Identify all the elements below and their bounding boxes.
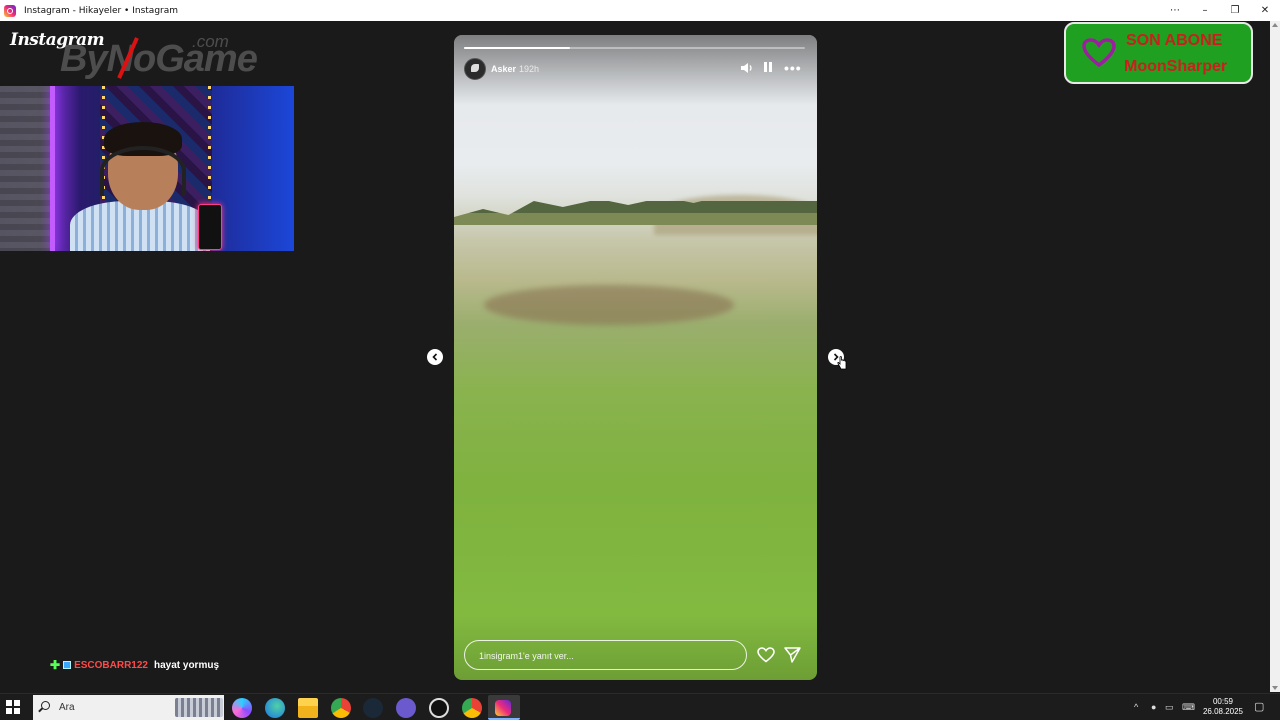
sound-icon[interactable]	[740, 62, 754, 74]
taskbar-search-box[interactable]: Ara	[33, 695, 224, 720]
chat-plus-badge-icon: ✚	[50, 658, 61, 672]
son-abone-widget: SON ABONE MoonSharper	[1064, 22, 1253, 84]
bynogame-watermark: ByNoGame .com	[60, 32, 258, 82]
chat-sub-badge-icon	[63, 661, 72, 669]
copilot-icon[interactable]	[232, 698, 252, 718]
webcam-neon-light	[50, 86, 55, 251]
pause-icon[interactable]	[764, 62, 772, 72]
webcam-speaker	[198, 204, 222, 250]
scroll-up-icon[interactable]	[1272, 23, 1278, 27]
chrome-icon[interactable]	[331, 698, 351, 718]
obs-studio-icon[interactable]	[429, 698, 449, 718]
story-media-dirt-mound	[484, 285, 734, 325]
window-title: Instagram - Hikayeler • Instagram	[24, 5, 179, 16]
reply-input[interactable]: 1insigram1'e yanıt ver...	[464, 640, 747, 670]
microphone-icon[interactable]: ●	[1151, 702, 1156, 712]
previous-story-button[interactable]	[427, 349, 443, 365]
instagram-taskbar-icon	[495, 700, 511, 716]
more-options-button[interactable]: ⋯	[1160, 0, 1190, 21]
clock-date: 26.08.2025	[1202, 707, 1244, 716]
heart-like-icon[interactable]	[757, 647, 775, 663]
send-icon[interactable]	[784, 647, 801, 663]
windows-start-icon[interactable]	[6, 700, 20, 714]
watermark-suffix: .com	[192, 32, 229, 51]
story-progress-fill	[464, 47, 570, 49]
minimize-button[interactable]: –	[1190, 0, 1220, 21]
tray-overflow-icon[interactable]: ^	[1134, 702, 1138, 712]
story-timestamp: 192h	[519, 64, 540, 74]
story-username[interactable]: Asker	[491, 64, 516, 74]
hand-cursor-icon	[837, 356, 847, 370]
clock-time: 00:59	[1212, 697, 1234, 706]
notifications-icon[interactable]: ▢	[1254, 700, 1264, 713]
son-abone-label: SON ABONE	[1126, 32, 1223, 49]
chevron-left-icon	[432, 353, 438, 361]
window-controls: ⋯ – ❐ ✕	[1160, 0, 1280, 21]
instagram-app-icon	[4, 4, 16, 17]
story-progress-bar	[464, 47, 805, 49]
scroll-down-icon[interactable]	[1272, 686, 1278, 690]
windows-taskbar: Ara ^ ● ▭ ⌨ 00:59 26.08.2025 ▢	[0, 693, 1280, 720]
keyboard-icon[interactable]: ⌨	[1182, 702, 1195, 713]
chat-message: ✚ ESCOBARR122 hayat yormuş	[50, 658, 219, 672]
taskbar-clock[interactable]: 00:59 26.08.2025	[1199, 697, 1247, 717]
file-explorer-icon[interactable]	[298, 698, 318, 718]
webcam-window-blinds	[0, 86, 50, 251]
network-icon[interactable]: ▭	[1165, 702, 1174, 713]
more-options-icon[interactable]: •••	[784, 60, 802, 76]
search-icon	[41, 701, 50, 710]
close-button[interactable]: ✕	[1250, 0, 1280, 21]
taskbar-search-placeholder: Ara	[59, 702, 75, 713]
son-abone-username: MoonSharper	[1124, 58, 1228, 75]
discord-icon[interactable]	[396, 698, 416, 718]
story-viewer[interactable]: Asker 192h ••• 1insigram1'e yanıt ver...	[454, 35, 817, 680]
webcam-feed	[0, 86, 294, 251]
story-avatar[interactable]	[464, 58, 486, 80]
steam-icon[interactable]	[363, 698, 383, 718]
chat-username: ESCOBARR122	[74, 659, 148, 671]
headset-icon	[100, 146, 186, 196]
chrome-profile-icon[interactable]	[462, 698, 482, 718]
restore-button[interactable]: ❐	[1220, 0, 1250, 21]
heart-icon	[1082, 38, 1116, 68]
reply-placeholder: 1insigram1'e yanıt ver...	[479, 651, 574, 661]
window-titlebar: Instagram - Hikayeler • Instagram ⋯ – ❐ …	[0, 0, 1280, 21]
vertical-scrollbar[interactable]	[1270, 21, 1280, 692]
search-highlight-image	[175, 698, 223, 717]
chat-text: hayat yormuş	[153, 659, 220, 671]
story-media-treeline	[454, 189, 817, 225]
edge-browser-icon[interactable]	[265, 698, 285, 718]
